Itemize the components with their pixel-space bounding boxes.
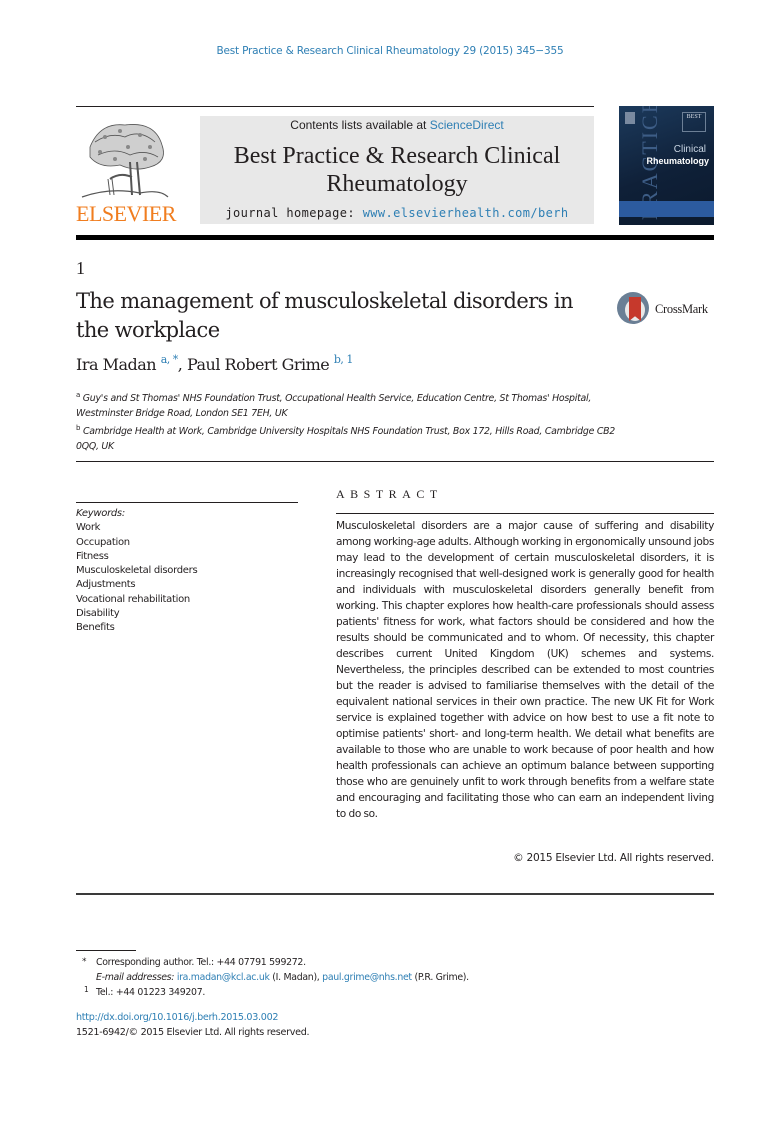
issn-copyright: 1521-6942/© 2015 Elsevier Ltd. All right… [76, 1027, 310, 1038]
journal-cover[interactable]: BEST PRACTICE Clinical Rheumatology [619, 106, 714, 225]
affiliations: a Guy's and St Thomas' NHS Foundation Tr… [76, 388, 616, 454]
keywords-title: Keywords: [76, 508, 125, 519]
keyword: Work [76, 522, 101, 534]
abstract-copyright: © 2015 Elsevier Ltd. All rights reserved… [513, 852, 714, 864]
journal-homepage: journal homepage: www.elsevierhealth.com… [200, 206, 594, 220]
cover-band [619, 201, 714, 217]
crossmark-label: CrossMark [655, 302, 708, 316]
journal-reference[interactable]: Best Practice & Research Clinical Rheuma… [0, 45, 780, 57]
contents-prefix: Contents lists available at [290, 118, 430, 132]
elsevier-logo[interactable]: ELSEVIER [76, 115, 176, 226]
cover-clinical-label: Clinical [673, 144, 706, 155]
author-name: Paul Robert Grime [186, 355, 330, 374]
journal-masthead: Contents lists available at ScienceDirec… [200, 116, 594, 224]
header-divider [76, 235, 714, 240]
doi-link[interactable]: http://dx.doi.org/10.1016/j.berh.2015.03… [76, 1012, 279, 1023]
author-affiliation-link[interactable]: b, 1 [334, 353, 354, 366]
contents-line: Contents lists available at ScienceDirec… [200, 118, 594, 132]
footnote-1: 1 Tel.: +44 01223 349207. [76, 985, 716, 1000]
email-link-madan[interactable]: ira.madan@kcl.ac.uk [177, 972, 270, 983]
crossmark-icon [617, 292, 649, 324]
journal-title-line1: Best Practice & Research Clinical [233, 143, 561, 169]
elsevier-tree-icon [81, 124, 169, 198]
footnote-mark: 1 [84, 985, 89, 994]
cover-rheumatology-label: Rheumatology [646, 156, 709, 166]
homepage-link[interactable]: www.elsevierhealth.com/berh [363, 206, 569, 220]
homepage-prefix: journal homepage: [225, 206, 363, 220]
elsevier-wordmark: ELSEVIER [76, 201, 176, 226]
sciencedirect-link[interactable]: ScienceDirect [430, 118, 504, 132]
abstract-bottom-rule [76, 893, 714, 895]
keywords-box: Keywords: Work Occupation Fitness Muscul… [76, 507, 298, 636]
keywords-rule [76, 502, 298, 503]
affiliation: b Cambridge Health at Work, Cambridge Un… [76, 424, 616, 452]
keyword: Disability [76, 608, 120, 620]
keyword: Occupation [76, 536, 130, 548]
footnote-rule [76, 950, 136, 951]
keyword: Vocational rehabilitation [76, 593, 190, 605]
cover-best-label: BEST [682, 112, 706, 132]
chapter-number: 1 [76, 258, 85, 278]
footnotes: * Corresponding author. Tel.: +44 07791 … [76, 955, 716, 1000]
affiliations-divider [76, 461, 714, 462]
keyword: Adjustments [76, 579, 136, 591]
affiliation: a Guy's and St Thomas' NHS Foundation Tr… [76, 391, 592, 419]
keyword: Musculoskeletal disorders [76, 565, 198, 577]
article-title: The management of musculoskeletal disord… [76, 289, 574, 342]
journal-title: Best Practice & Research Clinical Rheuma… [200, 142, 594, 198]
abstract-rule [336, 513, 714, 514]
cover-elsevier-icon [625, 112, 635, 124]
footnote-mark: * [82, 957, 87, 967]
journal-title-line2: Rheumatology [326, 171, 468, 197]
abstract-body: Musculoskeletal disorders are a major ca… [336, 520, 714, 820]
crossmark-button[interactable]: CrossMark [615, 290, 720, 330]
email-label: E-mail addresses: [96, 972, 175, 983]
keyword: Fitness [76, 550, 109, 562]
footnote-emails: E-mail addresses: ira.madan@kcl.ac.uk (I… [96, 972, 469, 983]
top-rule [76, 106, 594, 107]
author-affiliation-link[interactable]: a, * [161, 353, 179, 366]
email-link-grime[interactable]: paul.grime@nhs.net [322, 972, 412, 983]
abstract-heading: ABSTRACT [336, 487, 443, 501]
author-list: Ira Madan a, *, Paul Robert Grime b, 1 [76, 353, 354, 374]
author-name: Ira Madan [76, 355, 157, 374]
footnote-corresponding: * Corresponding author. Tel.: +44 07791 … [82, 957, 306, 968]
keyword: Benefits [76, 622, 115, 634]
